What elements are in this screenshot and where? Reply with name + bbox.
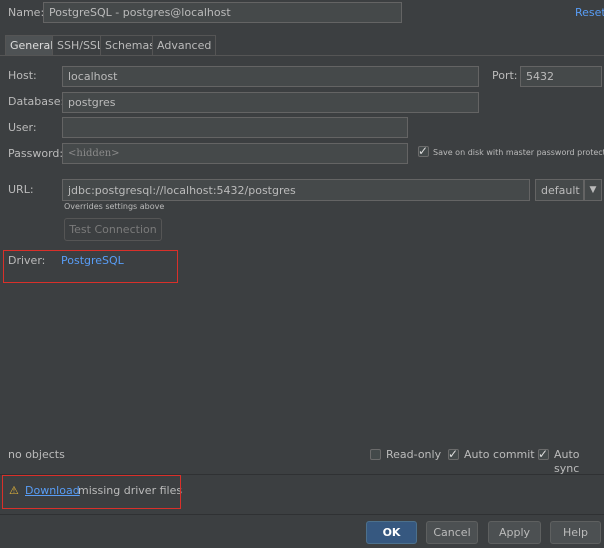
driver-highlight-box xyxy=(3,250,178,283)
tab-schemas[interactable]: Schemas xyxy=(100,35,160,55)
autocommit-label: Auto commit xyxy=(464,448,535,461)
password-input[interactable]: <hidden> xyxy=(62,143,408,164)
url-input[interactable]: jdbc:postgresql://localhost:5432/postgre… xyxy=(62,179,530,201)
cancel-button[interactable]: Cancel xyxy=(426,521,478,544)
url-hint: Overrides settings above xyxy=(64,202,165,211)
name-label: Name: xyxy=(8,6,45,19)
download-highlight-box xyxy=(2,475,181,509)
readonly-checkbox[interactable] xyxy=(370,449,381,460)
url-label: URL: xyxy=(8,183,34,196)
database-input[interactable]: postgres xyxy=(62,92,479,113)
name-input[interactable]: PostgreSQL - postgres@localhost xyxy=(43,2,402,23)
tab-advanced[interactable]: Advanced xyxy=(152,35,217,55)
database-label: Database: xyxy=(8,95,65,108)
ok-button[interactable]: OK xyxy=(366,521,417,544)
host-label: Host: xyxy=(8,69,37,82)
host-input[interactable]: localhost xyxy=(62,66,479,87)
test-connection-button[interactable]: Test Connection xyxy=(64,218,162,241)
check-icon: ✓ xyxy=(448,447,459,461)
save-password-label: Save on disk with master password protec… xyxy=(433,148,604,157)
readonly-label: Read-only xyxy=(386,448,442,461)
autosync-label: Auto sync xyxy=(554,448,580,475)
tab-divider xyxy=(0,55,604,56)
user-input[interactable] xyxy=(62,117,408,138)
chevron-down-icon[interactable]: ▼ xyxy=(584,179,602,201)
url-mode-select[interactable]: default xyxy=(535,179,584,201)
port-input[interactable]: 5432 xyxy=(520,66,602,87)
check-icon: ✓ xyxy=(418,144,429,158)
check-icon: ✓ xyxy=(538,447,549,461)
objects-status: no objects xyxy=(8,448,65,461)
buttons-divider xyxy=(0,514,604,515)
password-label: Password: xyxy=(8,147,64,160)
user-label: User: xyxy=(8,121,37,134)
apply-button[interactable]: Apply xyxy=(488,521,541,544)
tab-general[interactable]: General xyxy=(5,35,59,55)
port-label: Port: xyxy=(492,69,518,82)
reset-link[interactable]: Reset xyxy=(575,6,604,19)
help-button[interactable]: Help xyxy=(550,521,601,544)
